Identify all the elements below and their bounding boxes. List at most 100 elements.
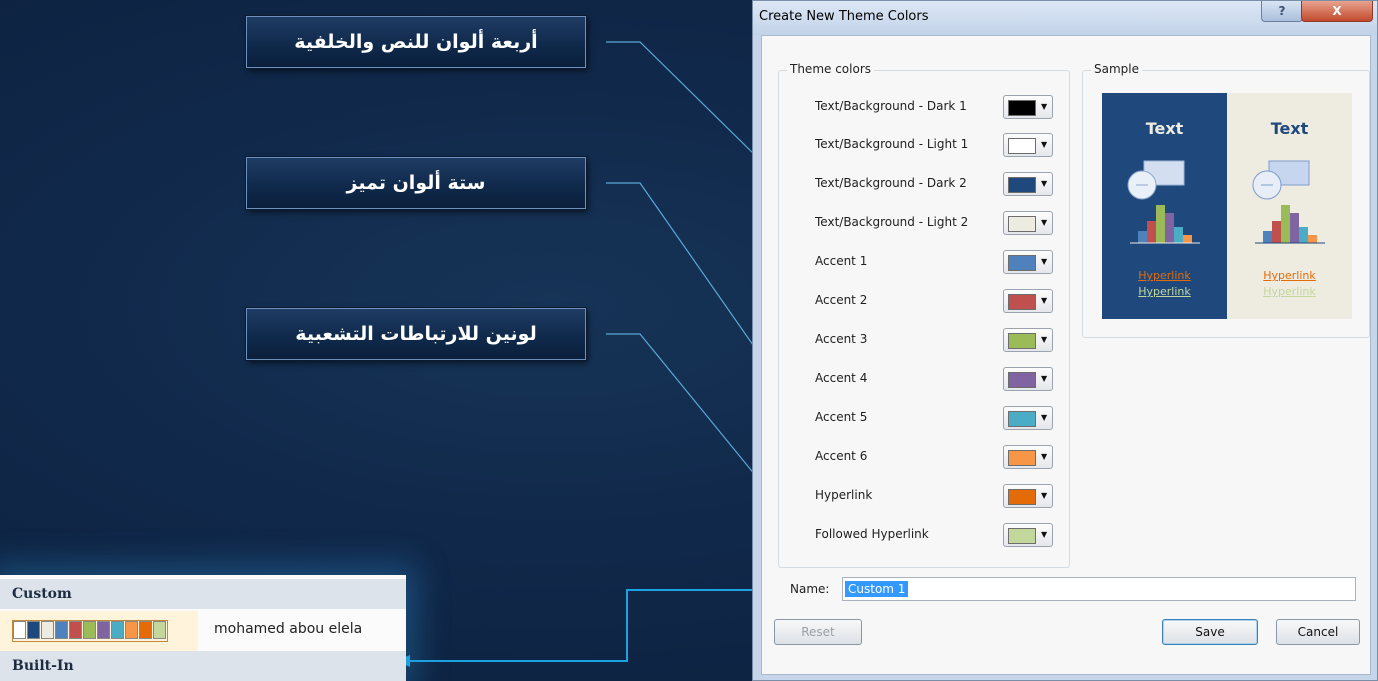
row-label-7: Accent 3 xyxy=(815,332,868,346)
color-picker-button-9[interactable]: ▼ xyxy=(1003,406,1053,430)
color-picker-button-6[interactable]: ▼ xyxy=(1003,289,1053,313)
builtin-header: Built-In xyxy=(0,651,406,681)
chevron-down-icon: ▼ xyxy=(1041,257,1048,266)
menu-swatch xyxy=(139,621,152,639)
color-picker-button-7[interactable]: ▼ xyxy=(1003,328,1053,352)
callout-accents-label: ستة ألوان تميز xyxy=(346,172,486,194)
sample-light-half: Text Hyperlink Hyperlink xyxy=(1227,93,1352,319)
chevron-down-icon: ▼ xyxy=(1041,102,1048,111)
theme-colors-group: Theme colors Text/Background - Dark 1 ▼ Te… xyxy=(778,62,1070,568)
create-theme-colors-dialog: Create New Theme Colors ? X Theme colors… xyxy=(752,0,1378,681)
reset-button[interactable]: Reset xyxy=(774,619,862,645)
sample-dark-shapes xyxy=(1127,160,1200,244)
dialog-title: Create New Theme Colors xyxy=(759,9,929,24)
callout-1-leader xyxy=(606,41,761,161)
sample-text-dark: Text xyxy=(1145,119,1184,138)
menu-swatch xyxy=(153,621,166,639)
sample-hyperlink-dark: Hyperlink xyxy=(1138,269,1191,282)
color-picker-button-10[interactable]: ▼ xyxy=(1003,445,1053,469)
sample-hyperlink-light: Hyperlink xyxy=(1263,269,1316,282)
callout-accents: ستة ألوان تميز xyxy=(246,157,586,209)
close-button[interactable]: X xyxy=(1301,1,1373,22)
row-label-3: Text/Background - Dark 2 xyxy=(815,176,967,190)
chevron-down-icon: ▼ xyxy=(1041,413,1048,422)
name-input[interactable]: Custom 1 xyxy=(842,577,1356,601)
theme-colors-menu: Custom mohamed abou elela Built-In xyxy=(0,575,406,681)
save-button[interactable]: Save xyxy=(1162,619,1258,645)
menu-swatch xyxy=(97,621,110,639)
sample-followed-light: Hyperlink xyxy=(1263,285,1316,298)
chevron-down-icon: ▼ xyxy=(1041,374,1048,383)
row-label-9: Accent 5 xyxy=(815,410,868,424)
name-input-value: Custom 1 xyxy=(845,581,909,597)
chevron-down-icon: ▼ xyxy=(1041,491,1048,500)
custom-header: Custom xyxy=(0,579,406,609)
chevron-down-icon: ▼ xyxy=(1041,140,1048,149)
chevron-down-icon: ▼ xyxy=(1041,452,1048,461)
save-button-label: Save xyxy=(1195,625,1225,639)
color-swatch xyxy=(1008,372,1036,388)
menu-swatch xyxy=(55,621,68,639)
chevron-down-icon: ▼ xyxy=(1041,335,1048,344)
sample-preview: Text Hyperlink Hyperlink Text Hyperlink … xyxy=(1102,93,1352,319)
color-picker-button-5[interactable]: ▼ xyxy=(1003,250,1053,274)
row-label-4: Text/Background - Light 2 xyxy=(815,215,969,229)
close-icon: X xyxy=(1332,4,1342,18)
color-picker-button-8[interactable]: ▼ xyxy=(1003,367,1053,391)
color-picker-button-1[interactable]: ▼ xyxy=(1003,95,1053,119)
callout-text-background-label: أربعة ألوان للنص والخلفية xyxy=(294,31,538,53)
color-swatch xyxy=(1008,216,1036,232)
chevron-down-icon: ▼ xyxy=(1041,218,1048,227)
dialog-titlebar[interactable]: Create New Theme Colors ? X xyxy=(753,1,1377,35)
color-picker-button-12[interactable]: ▼ xyxy=(1003,523,1053,547)
chevron-down-icon: ▼ xyxy=(1041,530,1048,539)
color-swatch xyxy=(1008,450,1036,466)
sample-text-light: Text xyxy=(1270,119,1309,138)
row-label-2: Text/Background - Light 1 xyxy=(815,137,969,151)
cancel-button-label: Cancel xyxy=(1297,625,1339,639)
callout-hyperlinks-label: لونين للارتباطات التشعبية xyxy=(295,323,537,345)
name-label: Name: xyxy=(790,582,830,596)
cancel-button[interactable]: Cancel xyxy=(1276,619,1360,645)
menu-swatch xyxy=(13,621,26,639)
color-swatch xyxy=(1008,100,1036,116)
reset-button-label: Reset xyxy=(801,625,835,639)
sample-followed-dark: Hyperlink xyxy=(1138,285,1191,298)
color-swatch xyxy=(1008,177,1036,193)
menu-swatch xyxy=(41,621,54,639)
help-icon: ? xyxy=(1278,4,1286,18)
menu-swatch xyxy=(27,621,40,639)
menu-swatch xyxy=(69,621,82,639)
color-swatch xyxy=(1008,411,1036,427)
sample-dark-half: Text Hyperlink Hyperlink xyxy=(1102,93,1227,319)
help-button[interactable]: ? xyxy=(1261,1,1303,22)
menu-swatch xyxy=(125,621,138,639)
chevron-down-icon: ▼ xyxy=(1041,296,1048,305)
chevron-down-icon: ▼ xyxy=(1041,179,1048,188)
callout-hyperlinks: لونين للارتباطات التشعبية xyxy=(246,308,586,360)
sample-group: Sample Text Hyperlink Hyperlink Text Hyp… xyxy=(1082,62,1370,338)
row-label-8: Accent 4 xyxy=(815,371,868,385)
dialog-client: Theme colors Text/Background - Dark 1 ▼ Te… xyxy=(761,35,1371,675)
color-picker-button-11[interactable]: ▼ xyxy=(1003,484,1053,508)
menu-swatch xyxy=(111,621,124,639)
row-label-6: Accent 2 xyxy=(815,293,868,307)
row-label-1: Text/Background - Dark 1 xyxy=(815,99,967,113)
row-label-11: Hyperlink xyxy=(815,488,873,502)
color-picker-button-3[interactable]: ▼ xyxy=(1003,172,1053,196)
color-picker-button-4[interactable]: ▼ xyxy=(1003,211,1053,235)
name-to-menu-arrow xyxy=(408,589,785,662)
sample-light-shapes xyxy=(1252,160,1325,244)
custom-theme-swatches[interactable] xyxy=(12,620,168,642)
callout-text-background: أربعة ألوان للنص والخلفية xyxy=(246,16,586,68)
custom-theme-item[interactable]: mohamed abou elela xyxy=(214,621,362,637)
color-swatch xyxy=(1008,333,1036,349)
row-label-12: Followed Hyperlink xyxy=(815,527,929,541)
sample-legend: Sample xyxy=(1091,62,1142,76)
color-swatch xyxy=(1008,294,1036,310)
color-swatch xyxy=(1008,255,1036,271)
color-picker-button-2[interactable]: ▼ xyxy=(1003,133,1053,157)
row-label-10: Accent 6 xyxy=(815,449,868,463)
menu-swatch xyxy=(83,621,96,639)
callout-2-leader xyxy=(606,182,761,356)
